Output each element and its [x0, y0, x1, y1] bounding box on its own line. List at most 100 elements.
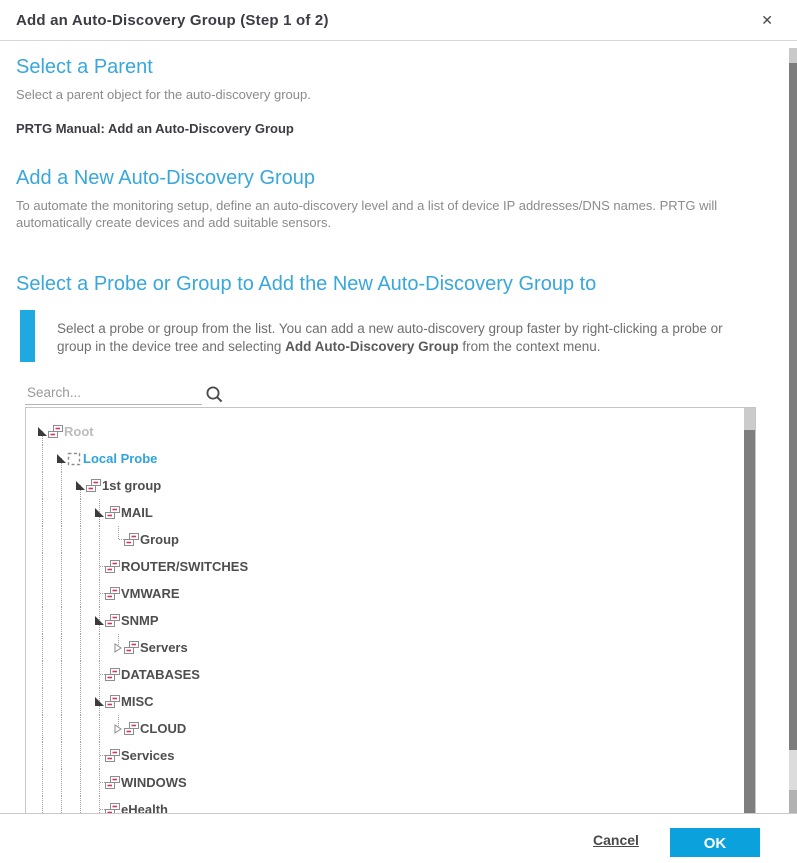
tree-guide-line	[80, 634, 81, 661]
group-icon	[47, 424, 64, 440]
tree-guide-line	[61, 499, 62, 526]
tree-node-label[interactable]: SNMP	[121, 607, 159, 634]
tree-guide-line	[80, 526, 81, 553]
info-box: Select a probe or group from the list. Y…	[20, 310, 765, 362]
page-scrollbar-thumb[interactable]	[789, 63, 797, 750]
tree-guide-line	[42, 472, 43, 499]
tree-node-services[interactable]: Services	[26, 742, 743, 769]
tree-guide-line	[42, 553, 43, 580]
tree-node-label[interactable]: VMWARE	[121, 580, 180, 607]
page-scrollbar-track-top[interactable]	[789, 48, 797, 63]
close-icon[interactable]: ✕	[761, 13, 773, 27]
tree-guide-line	[61, 742, 62, 769]
tree-node-windows[interactable]: WINDOWS	[26, 769, 743, 796]
section-heading-select-probe: Select a Probe or Group to Add the New A…	[16, 273, 596, 296]
page-scrollbar-corner[interactable]	[789, 790, 797, 813]
page-scrollbar-track-bottom[interactable]	[789, 750, 797, 790]
section-heading-select-parent: Select a Parent	[16, 56, 153, 79]
tree-node-label[interactable]: ROUTER/SWITCHES	[121, 553, 248, 580]
group-icon	[104, 802, 121, 813]
group-icon	[104, 748, 121, 764]
tree-scrollbar-thumb[interactable]	[744, 430, 755, 813]
tree-guide-line	[61, 634, 62, 661]
tree-guide-line	[61, 796, 62, 813]
tree-node-1st-group[interactable]: 1st group	[26, 472, 743, 499]
tree-node-group[interactable]: Group	[26, 526, 743, 553]
tree-guide-line	[42, 499, 43, 526]
tree-node-cloud[interactable]: CLOUD	[26, 715, 743, 742]
tree-guide-line	[42, 688, 43, 715]
select-parent-description: Select a parent object for the auto-disc…	[16, 86, 311, 103]
group-icon	[123, 640, 140, 656]
tree-node-label[interactable]: eHealth	[121, 796, 168, 813]
cancel-button[interactable]: Cancel	[593, 832, 639, 848]
tree-node-misc[interactable]: MISC	[26, 688, 743, 715]
dialog-title: Add an Auto-Discovery Group (Step 1 of 2…	[16, 12, 329, 29]
search-input[interactable]	[25, 383, 202, 405]
tree-node-ehealth[interactable]: eHealth	[26, 796, 743, 813]
tree-guide-line	[80, 499, 81, 526]
tree-guide-line	[118, 526, 119, 539]
group-icon	[85, 478, 102, 494]
tree-node-label[interactable]: Services	[121, 742, 175, 769]
tree-collapsed-arrow-icon[interactable]	[114, 724, 122, 734]
tree-node-label[interactable]: Servers	[140, 634, 188, 661]
tree-node-label[interactable]: DATABASES	[121, 661, 200, 688]
tree-expanded-arrow-icon[interactable]	[57, 454, 66, 463]
tree-node-label[interactable]: Local Probe	[83, 445, 157, 472]
prtg-manual-link[interactable]: PRTG Manual: Add an Auto-Discovery Group	[16, 121, 294, 136]
add-group-description: To automate the monitoring setup, define…	[16, 197, 764, 231]
tree-node-root[interactable]: Root	[26, 418, 743, 445]
tree-node-mail[interactable]: MAIL	[26, 499, 743, 526]
tree-node-label[interactable]: Root	[64, 418, 94, 445]
tree-guide-line	[42, 445, 43, 472]
tree-node-local-probe[interactable]: Local Probe	[26, 445, 743, 472]
tree-node-label[interactable]: 1st group	[102, 472, 161, 499]
info-accent-bar	[20, 310, 35, 362]
tree-node-snmp[interactable]: SNMP	[26, 607, 743, 634]
title-divider	[0, 40, 797, 41]
tree-guide-line	[80, 769, 81, 796]
tree-guide-line	[42, 661, 43, 688]
tree-collapsed-arrow-icon[interactable]	[114, 643, 122, 653]
tree-node-databases[interactable]: DATABASES	[26, 661, 743, 688]
tree-guide-line	[80, 688, 81, 715]
add-auto-discovery-dialog: Add an Auto-Discovery Group (Step 1 of 2…	[0, 0, 797, 863]
tree-node-label[interactable]: MISC	[121, 688, 154, 715]
group-icon	[104, 586, 121, 602]
group-icon	[104, 667, 121, 683]
tree-guide-line	[61, 526, 62, 553]
tree-guide-line	[61, 661, 62, 688]
tree-node-label[interactable]: MAIL	[121, 499, 153, 526]
section-heading-add-group: Add a New Auto-Discovery Group	[16, 167, 315, 190]
tree-guide-line	[42, 715, 43, 742]
tree-guide-line	[80, 580, 81, 607]
device-tree-panel: RootLocal Probe1st groupMAILGroupROUTER/…	[25, 407, 756, 813]
tree-guide-line	[61, 688, 62, 715]
tree-guide-line	[61, 472, 62, 499]
tree-node-router-switches[interactable]: ROUTER/SWITCHES	[26, 553, 743, 580]
info-text: Select a probe or group from the list. Y…	[57, 320, 757, 362]
probe-icon	[66, 451, 82, 467]
tree-guide-line	[80, 553, 81, 580]
group-icon	[104, 559, 121, 575]
tree-node-vmware[interactable]: VMWARE	[26, 580, 743, 607]
search-field-wrap	[25, 383, 202, 405]
ok-button[interactable]: OK	[670, 828, 760, 857]
tree-guide-line	[61, 769, 62, 796]
tree-expanded-arrow-icon[interactable]	[76, 481, 85, 490]
tree-guide-line	[42, 580, 43, 607]
group-icon	[104, 775, 121, 791]
tree-guide-line	[99, 634, 100, 661]
tree-guide-line	[42, 634, 43, 661]
tree-guide-line	[80, 742, 81, 769]
search-icon[interactable]	[205, 385, 224, 409]
tree-node-servers[interactable]: Servers	[26, 634, 743, 661]
tree-guide-line	[42, 742, 43, 769]
tree-node-label[interactable]: Group	[140, 526, 179, 553]
tree-guide-line	[42, 607, 43, 634]
tree-guide-line	[80, 661, 81, 688]
tree-expanded-arrow-icon[interactable]	[38, 427, 47, 436]
tree-node-label[interactable]: CLOUD	[140, 715, 186, 742]
tree-node-label[interactable]: WINDOWS	[121, 769, 187, 796]
